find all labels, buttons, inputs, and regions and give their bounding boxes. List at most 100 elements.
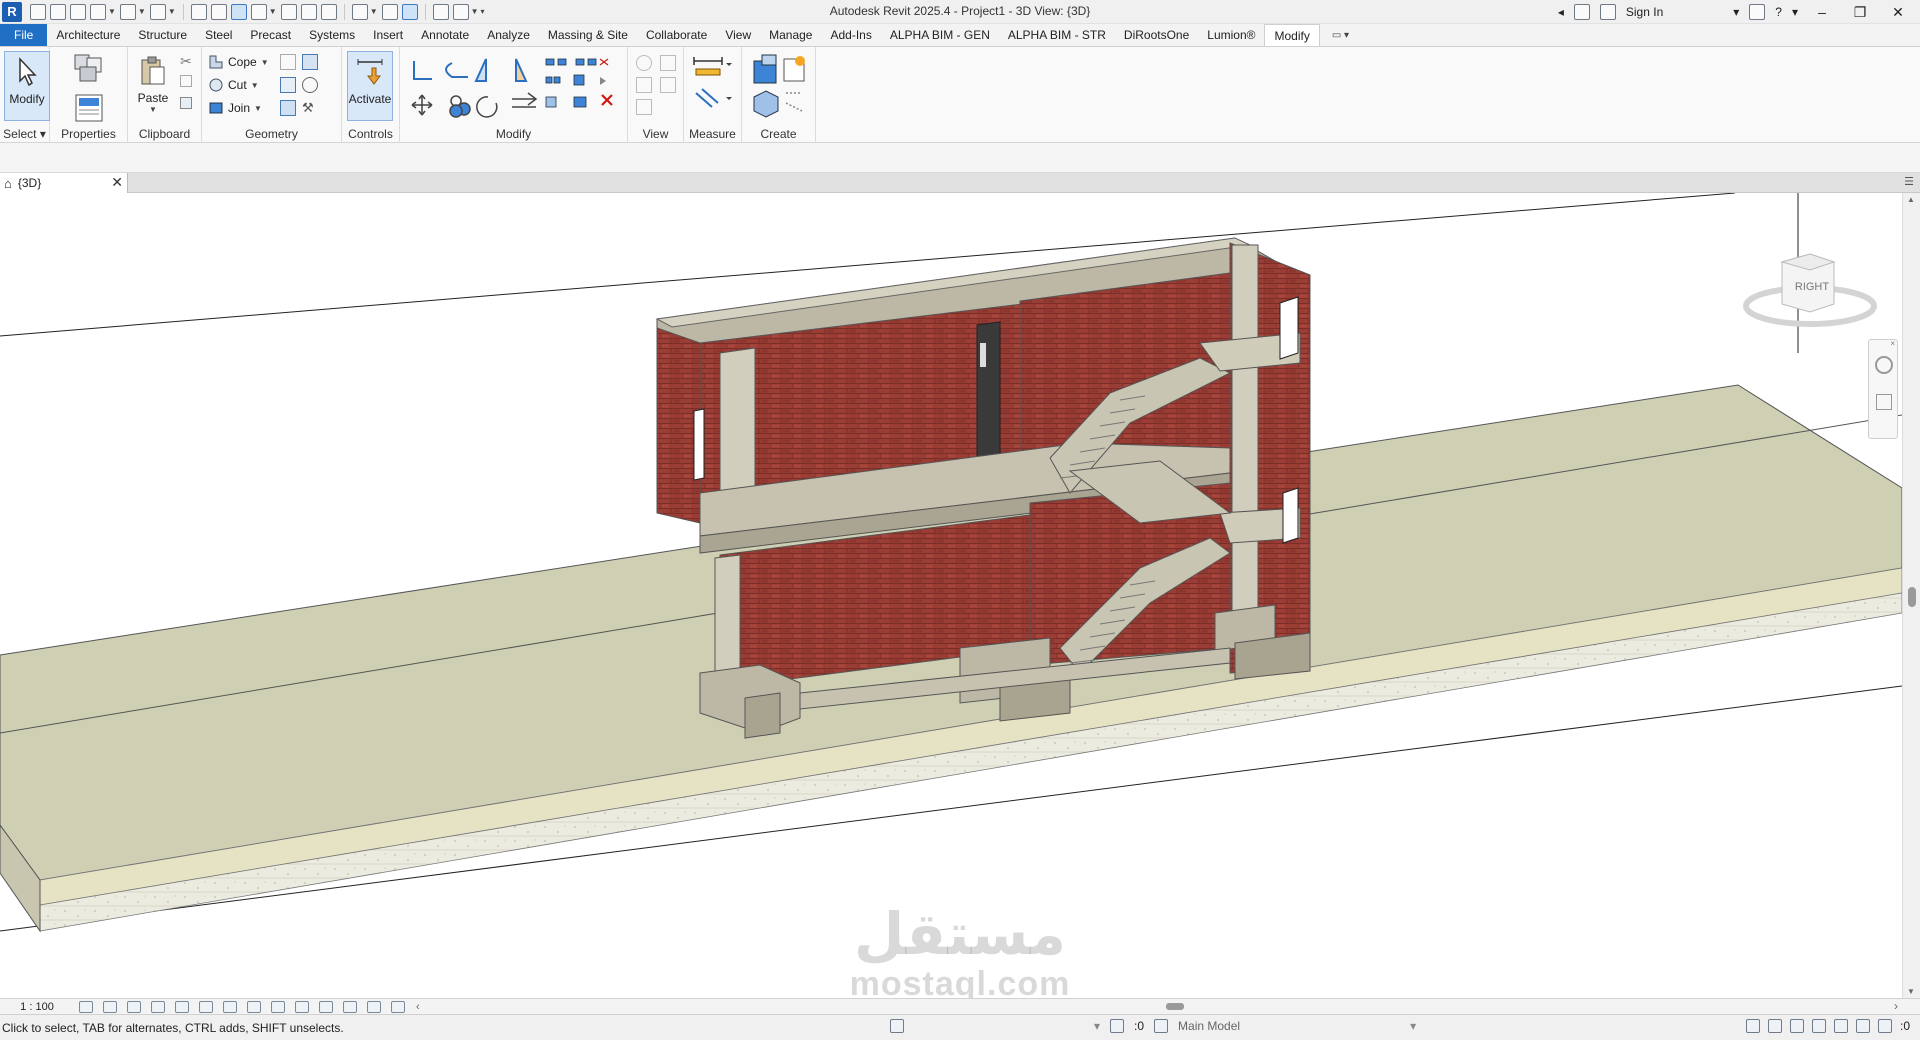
cut-button[interactable]: Cut ▼ bbox=[208, 75, 259, 95]
vertical-scrollbar[interactable]: ▲ ▼ bbox=[1902, 193, 1920, 998]
show-crop-region-icon[interactable] bbox=[223, 1000, 237, 1013]
undo-icon[interactable] bbox=[119, 3, 136, 20]
chevron-right-icon[interactable]: › bbox=[1894, 999, 1898, 1013]
close-icon[interactable]: × bbox=[1890, 339, 1895, 348]
dimension-icon[interactable] bbox=[280, 3, 297, 20]
tab-manage[interactable]: Manage bbox=[760, 24, 821, 46]
tab-precast[interactable]: Precast bbox=[241, 24, 300, 46]
binoculars-icon[interactable] bbox=[1573, 4, 1590, 20]
cope-button[interactable]: Cope ▼ bbox=[208, 52, 269, 72]
measure-icon[interactable] bbox=[250, 3, 267, 20]
select-box-icon[interactable] bbox=[230, 3, 247, 20]
3d-model-view[interactable] bbox=[0, 193, 1902, 998]
select-by-face-icon[interactable] bbox=[1811, 1019, 1826, 1033]
render-icon[interactable] bbox=[175, 1000, 189, 1013]
chevron-left-icon[interactable]: ◂ bbox=[1558, 5, 1564, 19]
tab-add-ins[interactable]: Add-Ins bbox=[821, 24, 880, 46]
join-roof-icon[interactable] bbox=[280, 77, 296, 93]
temporary-hide-icon[interactable] bbox=[636, 99, 652, 115]
workset-icon[interactable] bbox=[1110, 1019, 1125, 1033]
tag-icon[interactable] bbox=[300, 3, 317, 20]
tab-modify[interactable]: Modify bbox=[1264, 24, 1320, 46]
view-cube[interactable]: RIGHT bbox=[1742, 248, 1878, 338]
chevron-down-icon[interactable]: ▼ bbox=[138, 7, 146, 16]
chevron-down-icon[interactable]: ▾ bbox=[1792, 5, 1798, 19]
save-icon[interactable] bbox=[70, 3, 86, 20]
tab-file[interactable]: File bbox=[0, 24, 48, 46]
horizontal-scroll-thumb[interactable] bbox=[1166, 1003, 1184, 1010]
visual-style-icon[interactable] bbox=[103, 1000, 117, 1013]
override-graphics-icon[interactable] bbox=[660, 77, 676, 93]
drag-elements-icon[interactable] bbox=[1833, 1019, 1848, 1033]
drawing-area[interactable]: RIGHT × مستقل mostaql.com bbox=[0, 193, 1902, 998]
chevron-down-icon[interactable]: ▼ bbox=[1907, 987, 1915, 996]
activate-button[interactable]: Activate bbox=[347, 51, 393, 121]
tab-structure[interactable]: Structure bbox=[129, 24, 196, 46]
sign-in-link[interactable]: Sign In bbox=[1626, 5, 1663, 19]
reveal-hidden-icon[interactable] bbox=[295, 1000, 309, 1013]
chevron-down-icon[interactable]: ▼ bbox=[149, 105, 157, 114]
horizontal-scrollbar[interactable]: › bbox=[452, 999, 1900, 1013]
user-icon[interactable] bbox=[1599, 4, 1616, 20]
crop-view-icon[interactable] bbox=[199, 1000, 213, 1013]
hammer-icon[interactable]: ⚒ bbox=[302, 100, 318, 116]
design-options-icon[interactable] bbox=[1154, 1019, 1169, 1033]
wall-joins-icon[interactable] bbox=[280, 54, 296, 70]
text-icon[interactable] bbox=[320, 3, 337, 20]
chevron-left-icon[interactable]: ‹ bbox=[416, 1001, 420, 1013]
tab-menu-icon[interactable]: ☰ bbox=[1904, 175, 1914, 188]
customize-qat-icon[interactable]: ▾ bbox=[481, 7, 485, 16]
properties-icon[interactable] bbox=[72, 92, 106, 126]
background-process-icon[interactable] bbox=[1855, 1019, 1870, 1033]
chevron-down-icon[interactable]: ▼ bbox=[168, 7, 176, 16]
maximize-button[interactable]: ❐ bbox=[1846, 4, 1874, 21]
cart-icon[interactable] bbox=[1749, 4, 1766, 20]
contextual-tab-options-icon[interactable]: ▭ ▾ bbox=[1332, 24, 1349, 46]
view-scale[interactable]: 1 : 100 bbox=[0, 1001, 74, 1013]
modify-button[interactable]: Modify bbox=[4, 51, 50, 121]
chevron-down-icon[interactable]: ▼ bbox=[269, 7, 277, 16]
tab-lumion[interactable]: Lumion® bbox=[1198, 24, 1264, 46]
tab-massing-site[interactable]: Massing & Site bbox=[539, 24, 637, 46]
split-face-icon[interactable] bbox=[302, 54, 318, 70]
tab-analyze[interactable]: Analyze bbox=[478, 24, 539, 46]
paint-icon[interactable] bbox=[302, 77, 318, 93]
thin-lines-icon[interactable] bbox=[401, 3, 418, 20]
tab-collaborate[interactable]: Collaborate bbox=[637, 24, 716, 46]
override-icon[interactable] bbox=[660, 55, 676, 71]
tab-architecture[interactable]: Architecture bbox=[47, 24, 129, 46]
sun-path-icon[interactable] bbox=[127, 1000, 141, 1013]
section-icon[interactable] bbox=[381, 3, 398, 20]
temporary-view-properties-icon[interactable] bbox=[343, 1000, 357, 1013]
chevron-down-icon[interactable]: ▼ bbox=[251, 81, 259, 90]
chevron-down-icon[interactable]: ▾ bbox=[1410, 1019, 1416, 1033]
chevron-down-icon[interactable]: ▾ bbox=[1733, 5, 1739, 19]
cut-icon[interactable]: ✂ bbox=[180, 53, 196, 69]
close-button[interactable]: ✕ bbox=[1884, 4, 1912, 21]
paste-button[interactable]: Paste ▼ bbox=[130, 51, 176, 121]
temporary-hide-isolate-icon[interactable] bbox=[271, 1000, 285, 1013]
vertical-scroll-thumb[interactable] bbox=[1908, 587, 1916, 607]
tab-alpha-bim-str[interactable]: ALPHA BIM - STR bbox=[999, 24, 1115, 46]
tab-dirootsone[interactable]: DiRootsOne bbox=[1115, 24, 1198, 46]
worksharing-icon[interactable] bbox=[890, 1019, 904, 1033]
revit-logo-icon[interactable]: R bbox=[2, 1, 22, 22]
close-hidden-windows-icon[interactable] bbox=[432, 3, 449, 20]
default-3d-view-icon[interactable] bbox=[351, 3, 368, 20]
hide-icon[interactable] bbox=[636, 55, 652, 71]
join-button[interactable]: Join ▼ bbox=[208, 98, 262, 118]
tab-annotate[interactable]: Annotate bbox=[412, 24, 478, 46]
home-icon[interactable] bbox=[30, 3, 46, 20]
select-underlay-icon[interactable] bbox=[1767, 1019, 1782, 1033]
demolish-icon[interactable] bbox=[280, 100, 296, 116]
open-icon[interactable] bbox=[50, 3, 66, 20]
chevron-down-icon[interactable]: ▼ bbox=[108, 7, 116, 16]
create-tools-icon[interactable] bbox=[750, 53, 808, 121]
filter-icon[interactable] bbox=[1877, 1019, 1892, 1033]
linework-icon[interactable] bbox=[636, 77, 652, 93]
highlight-displacement-icon[interactable] bbox=[391, 1000, 405, 1013]
chevron-down-icon[interactable]: ▼ bbox=[261, 58, 269, 67]
tab-steel[interactable]: Steel bbox=[196, 24, 241, 46]
chevron-down-icon[interactable]: ▼ bbox=[254, 104, 262, 113]
analytical-model-icon[interactable] bbox=[367, 1000, 381, 1013]
